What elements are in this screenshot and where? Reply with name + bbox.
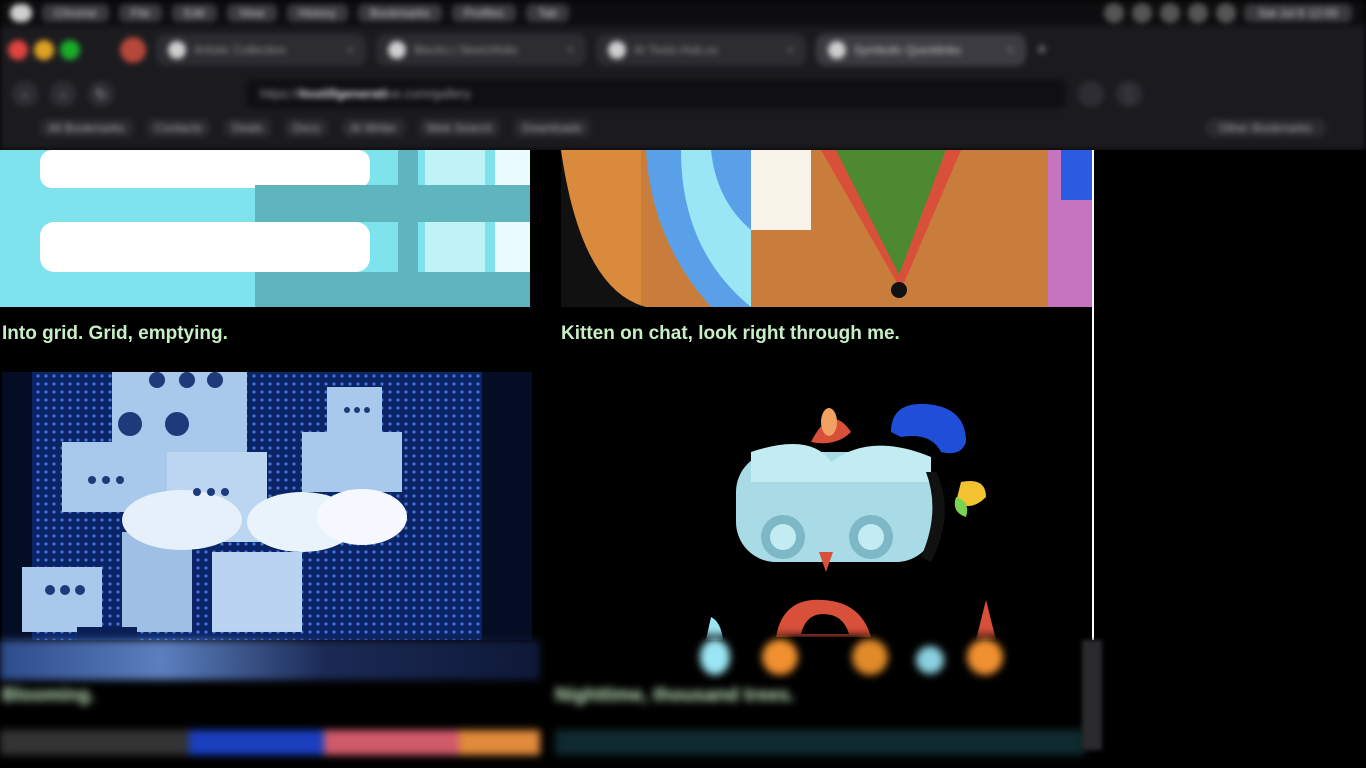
- control-center-icon[interactable]: [1215, 3, 1236, 23]
- toolbar: ‹ › ↻ https://itsstillgenerative.com/gal…: [0, 74, 1366, 114]
- browser-tab[interactable]: Blocks | Sketchfolio ×: [376, 34, 586, 66]
- forward-icon[interactable]: ›: [50, 81, 76, 107]
- back-icon[interactable]: ‹: [12, 81, 38, 107]
- minimize-window-icon[interactable]: [34, 40, 54, 60]
- menu-item[interactable]: Profiles: [451, 4, 516, 22]
- menu-item[interactable]: View: [226, 4, 277, 22]
- tab-favicon-icon: [608, 41, 626, 59]
- tab-title: Symbolic Quicklinks: [854, 43, 961, 57]
- apple-menu-icon[interactable]: [10, 4, 32, 22]
- artwork-next-strip[interactable]: [0, 730, 540, 755]
- menu-item[interactable]: Bookmarks: [357, 4, 442, 22]
- url-prefix: https://: [260, 86, 300, 101]
- bookmark-item[interactable]: Web Search: [418, 119, 501, 137]
- menu-item[interactable]: Edit: [172, 4, 217, 22]
- window-controls: [8, 40, 80, 60]
- tab-close-icon[interactable]: ×: [787, 43, 794, 57]
- content-edge: [1092, 150, 1094, 640]
- maximize-window-icon[interactable]: [60, 40, 80, 60]
- os-menubar: Chrome File Edit View History Bookmarks …: [0, 0, 1366, 26]
- profile-icon[interactable]: [120, 37, 146, 63]
- tab-favicon-icon: [388, 41, 406, 59]
- bookmarks-bar: All Bookmarks Contacts Deals Docs AI Wri…: [0, 114, 1366, 142]
- artwork-next-strip[interactable]: [555, 730, 1085, 755]
- url-domain: itsstillgenerati: [299, 86, 388, 101]
- status-icon[interactable]: [1103, 3, 1124, 23]
- close-window-icon[interactable]: [8, 40, 28, 60]
- tab-title: Blocks | Sketchfolio: [414, 43, 518, 57]
- browser-chrome: Chrome File Edit View History Bookmarks …: [0, 0, 1366, 150]
- wifi-icon[interactable]: [1159, 3, 1180, 23]
- bookmark-item[interactable]: Contacts: [146, 119, 211, 137]
- reload-icon[interactable]: ↻: [88, 81, 114, 107]
- extensions-icon[interactable]: [1078, 81, 1104, 107]
- artwork-kitten-image[interactable]: [561, 372, 1092, 640]
- tab-close-icon[interactable]: ×: [1007, 43, 1014, 57]
- artwork-grid-svg: [0, 150, 530, 307]
- address-bar[interactable]: https://itsstillgenerative.com/gallery: [246, 79, 1066, 109]
- artwork-blue-grid-image[interactable]: [2, 372, 532, 640]
- menu-item[interactable]: Chrome: [42, 4, 109, 22]
- new-tab-icon[interactable]: +: [1036, 39, 1048, 62]
- artwork-kitten-top-svg: [561, 150, 1092, 307]
- tab-bar: Artistic Collection × Blocks | Sketchfol…: [0, 30, 1366, 70]
- tab-close-icon[interactable]: ×: [567, 43, 574, 57]
- url-path: ve.com/gallery: [387, 86, 471, 101]
- menu-item[interactable]: Tab: [525, 4, 570, 22]
- browser-tab[interactable]: Artistic Collection ×: [156, 34, 366, 66]
- bookmark-item[interactable]: AI Writer: [342, 119, 405, 137]
- artwork-caption[interactable]: Kitten on chat, look right through me.: [561, 323, 900, 345]
- artwork-trees-svg: [700, 639, 1003, 675]
- bookmark-item[interactable]: Deals: [224, 119, 271, 137]
- artwork-kitten-top-image[interactable]: [561, 150, 1092, 307]
- page-scrollbar[interactable]: [1082, 640, 1102, 750]
- other-bookmarks[interactable]: Other Bookmarks: [1204, 119, 1326, 137]
- artwork-caption[interactable]: Nighttime, thousand trees.: [555, 685, 795, 707]
- menubar-clock[interactable]: Sat Jul 6 12:00: [1243, 4, 1352, 22]
- artwork-blooming-image[interactable]: [0, 640, 540, 680]
- tab-close-icon[interactable]: ×: [347, 43, 354, 57]
- artwork-grid-image[interactable]: [0, 150, 530, 307]
- menu-item[interactable]: History: [286, 4, 348, 22]
- bookmark-item[interactable]: Docs: [284, 119, 329, 137]
- artwork-caption[interactable]: Into grid. Grid, emptying.: [2, 323, 228, 345]
- menu-icon[interactable]: ⋮: [1116, 81, 1142, 107]
- artwork-caption[interactable]: Blooming.: [2, 685, 95, 707]
- search-icon[interactable]: [1187, 3, 1208, 23]
- browser-tab[interactable]: AI Tools Hub.co ×: [596, 34, 806, 66]
- browser-tab-active[interactable]: Symbolic Quicklinks ×: [816, 34, 1026, 66]
- menu-item[interactable]: File: [118, 4, 163, 22]
- artwork-kitten-svg: [561, 372, 1092, 640]
- artwork-blue-grid-svg: [2, 372, 532, 640]
- tab-favicon-icon: [168, 41, 186, 59]
- bookmark-item[interactable]: Downloads: [514, 119, 590, 137]
- tab-title: AI Tools Hub.co: [634, 43, 718, 57]
- user-avatar-icon[interactable]: [1131, 3, 1152, 23]
- tab-title: Artistic Collection: [194, 43, 287, 57]
- bookmark-item[interactable]: All Bookmarks: [40, 119, 133, 137]
- gallery: Into grid. Grid, emptying. Kitten on cha…: [0, 150, 1366, 768]
- artwork-trees-image[interactable]: [690, 635, 1020, 680]
- tab-favicon-icon: [828, 41, 846, 59]
